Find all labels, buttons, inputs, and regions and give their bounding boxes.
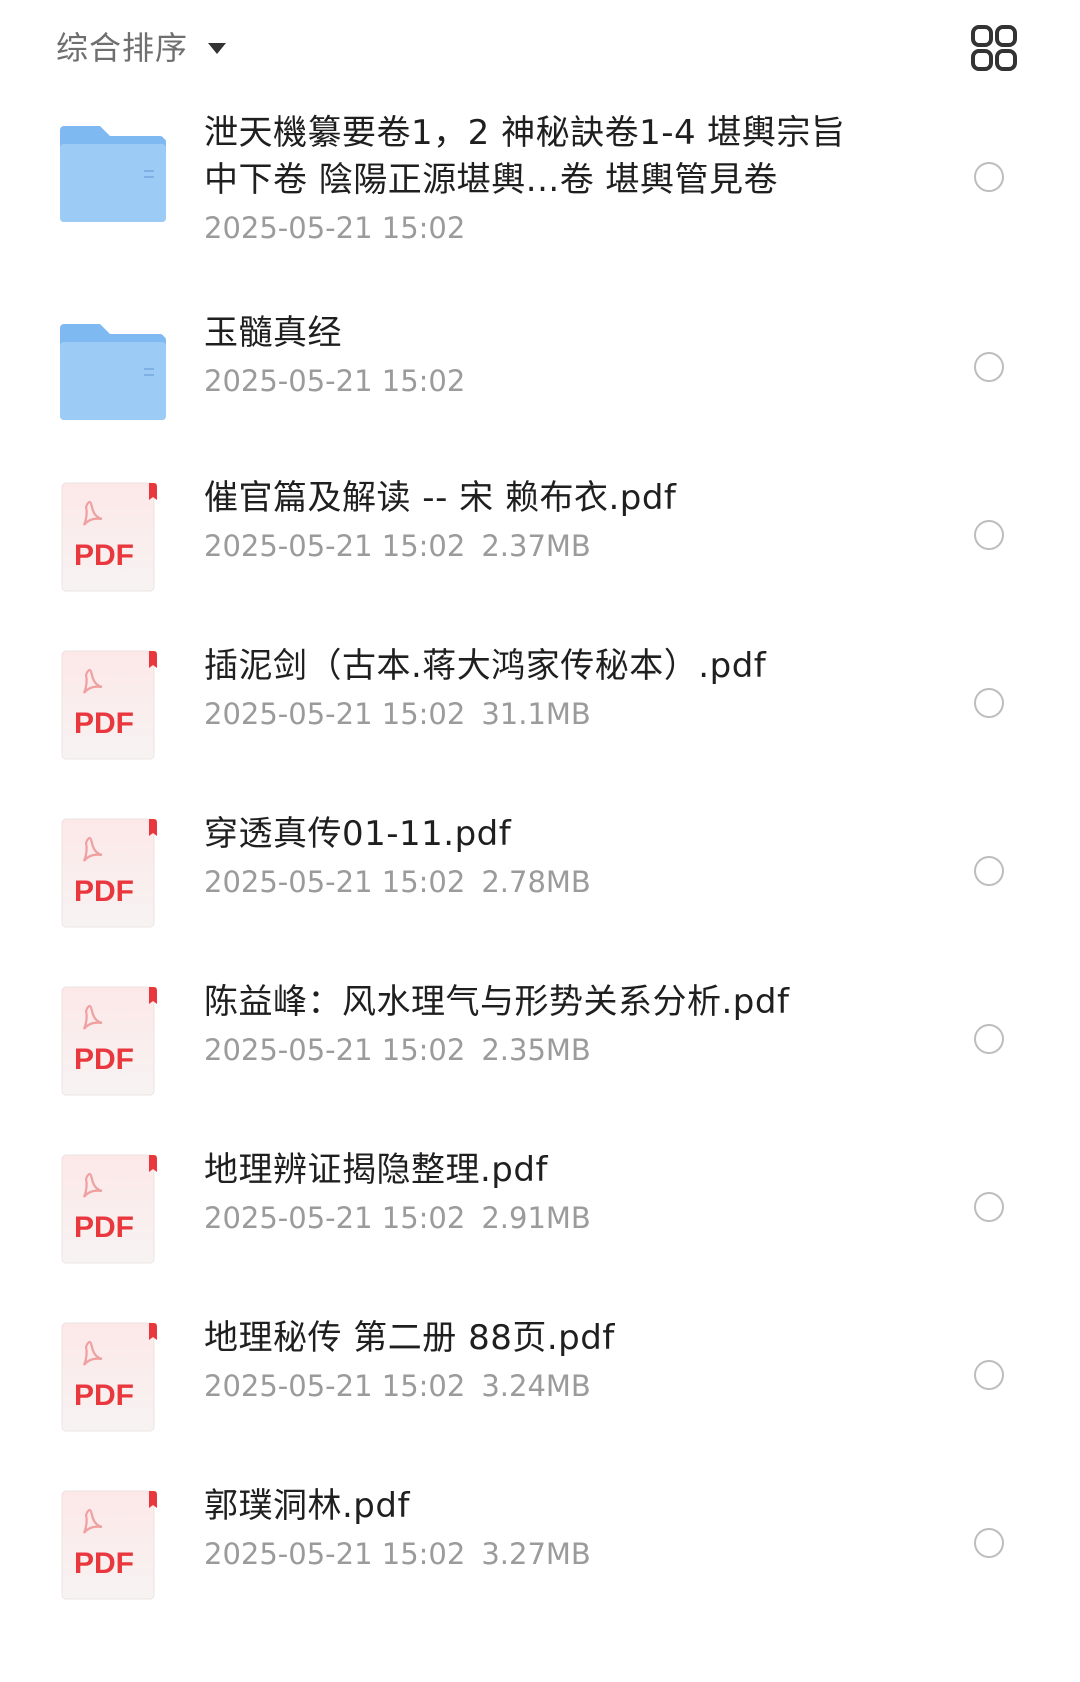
file-row[interactable]: 玉髓真经 2025-05-21 15:02: [0, 290, 1080, 457]
file-name: 插泥剑（古本.蒋大鸿家传秘本）.pdf: [204, 646, 767, 686]
svg-text:PDF: PDF: [74, 707, 134, 740]
file-size: 2.91MB: [481, 1201, 591, 1235]
pdf-file-icon: PDF: [60, 649, 166, 761]
file-name: 陈益峰：风水理气与形势关系分析.pdf: [204, 982, 790, 1022]
grid-view-icon: [971, 25, 1017, 71]
select-checkbox[interactable]: [974, 520, 1004, 550]
file-text: 地理秘传 第二册 88页.pdf 2025-05-21 15:02 3.24MB: [204, 1315, 854, 1406]
file-meta: 2025-05-21 15:02 3.27MB: [204, 1534, 854, 1574]
file-date: 2025-05-21 15:02: [204, 211, 466, 245]
file-name: 催官篇及解读 -- 宋 赖布衣.pdf: [204, 478, 677, 518]
file-meta: 2025-05-21 15:02 2.35MB: [204, 1030, 854, 1070]
file-meta: 2025-05-21 15:02 2.37MB: [204, 526, 854, 566]
file-meta: 2025-05-21 15:02 2.91MB: [204, 1198, 854, 1238]
grid-view-toggle[interactable]: [970, 24, 1018, 72]
file-meta: 2025-05-21 15:02: [204, 361, 854, 401]
file-size: 2.37MB: [481, 529, 591, 563]
file-meta: 2025-05-21 15:02: [204, 208, 854, 248]
pdf-file-icon: PDF: [60, 1153, 166, 1265]
file-size: 31.1MB: [481, 697, 591, 731]
file-row[interactable]: PDF 陈益峰：风水理气与形势关系分析.pdf 2025-05-21 15:02 2.…: [0, 961, 1080, 1129]
select-checkbox[interactable]: [974, 1024, 1004, 1054]
file-name: 泄天機纂要卷1，2 神秘訣卷1-4 堪輿宗旨中下卷 陰陽正源堪輿...卷 堪輿管…: [204, 113, 846, 200]
file-row[interactable]: PDF 穿透真传01-11.pdf 2025-05-21 15:02 2.78MB: [0, 793, 1080, 961]
file-date: 2025-05-21 15:02: [204, 1033, 466, 1067]
file-name: 玉髓真经: [204, 313, 342, 353]
file-row[interactable]: PDF 地理辨证揭隐整理.pdf 2025-05-21 15:02 2.91MB: [0, 1129, 1080, 1297]
file-date: 2025-05-21 15:02: [204, 697, 466, 731]
pdf-file-icon: PDF: [60, 481, 166, 593]
file-text: 催官篇及解读 -- 宋 赖布衣.pdf 2025-05-21 15:02 2.37M…: [204, 475, 854, 566]
file-date: 2025-05-21 15:02: [204, 529, 466, 563]
file-meta: 2025-05-21 15:02 31.1MB: [204, 694, 854, 734]
folder-icon: [60, 122, 166, 234]
file-date: 2025-05-21 15:02: [204, 1201, 466, 1235]
pdf-file-icon: PDF: [60, 985, 166, 1097]
svg-text:PDF: PDF: [74, 1043, 134, 1076]
select-checkbox[interactable]: [974, 352, 1004, 382]
pdf-file-icon: PDF: [60, 1489, 166, 1601]
sort-dropdown[interactable]: 综合排序: [56, 24, 227, 68]
file-name: 地理秘传 第二册 88页.pdf: [204, 1318, 615, 1358]
folder-icon: [60, 320, 166, 432]
file-size: 2.35MB: [481, 1033, 591, 1067]
file-text: 穿透真传01-11.pdf 2025-05-21 15:02 2.78MB: [204, 811, 854, 902]
file-row[interactable]: PDF 郭璞洞林.pdf 2025-05-21 15:02 3.27MB: [0, 1465, 1080, 1633]
sort-label: 综合排序: [56, 29, 189, 67]
pdf-file-icon: PDF: [60, 1321, 166, 1433]
file-date: 2025-05-21 15:02: [204, 1537, 466, 1571]
file-text: 插泥剑（古本.蒋大鸿家传秘本）.pdf 2025-05-21 15:02 31.1M…: [204, 643, 854, 734]
svg-text:PDF: PDF: [74, 1211, 134, 1244]
file-date: 2025-05-21 15:02: [204, 1369, 466, 1403]
file-list-screen: 综合排序 泄天機纂要卷1，2 神秘訣卷1-4 堪輿宗旨中下卷 陰陽正源堪輿...…: [0, 0, 1080, 1682]
file-text: 地理辨证揭隐整理.pdf 2025-05-21 15:02 2.91MB: [204, 1147, 854, 1238]
file-name: 地理辨证揭隐整理.pdf: [204, 1150, 548, 1190]
file-text: 郭璞洞林.pdf 2025-05-21 15:02 3.27MB: [204, 1483, 854, 1574]
select-checkbox[interactable]: [974, 162, 1004, 192]
file-row[interactable]: PDF 插泥剑（古本.蒋大鸿家传秘本）.pdf 2025-05-21 15:02 31…: [0, 625, 1080, 793]
file-row[interactable]: 泄天機纂要卷1，2 神秘訣卷1-4 堪輿宗旨中下卷 陰陽正源堪輿...卷 堪輿管…: [0, 100, 1080, 290]
chevron-down-icon: [208, 42, 227, 54]
select-checkbox[interactable]: [974, 1360, 1004, 1390]
file-date: 2025-05-21 15:02: [204, 364, 466, 398]
file-date: 2025-05-21 15:02: [204, 865, 466, 899]
select-checkbox[interactable]: [974, 1192, 1004, 1222]
list-toolbar: 综合排序: [0, 0, 1080, 100]
file-row[interactable]: PDF 催官篇及解读 -- 宋 赖布衣.pdf 2025-05-21 15:02 2.…: [0, 457, 1080, 625]
file-name: 郭璞洞林.pdf: [204, 1486, 410, 1526]
file-row[interactable]: PDF 地理秘传 第二册 88页.pdf 2025-05-21 15:02 3.24M…: [0, 1297, 1080, 1465]
file-text: 陈益峰：风水理气与形势关系分析.pdf 2025-05-21 15:02 2.35M…: [204, 979, 854, 1070]
file-meta: 2025-05-21 15:02 2.78MB: [204, 862, 854, 902]
file-size: 2.78MB: [481, 865, 591, 899]
pdf-file-icon: PDF: [60, 817, 166, 929]
select-checkbox[interactable]: [974, 1528, 1004, 1558]
file-size: 3.27MB: [481, 1537, 591, 1571]
file-meta: 2025-05-21 15:02 3.24MB: [204, 1366, 854, 1406]
file-text: 泄天機纂要卷1，2 神秘訣卷1-4 堪輿宗旨中下卷 陰陽正源堪輿...卷 堪輿管…: [204, 110, 854, 248]
file-text: 玉髓真经 2025-05-21 15:02: [204, 310, 854, 401]
file-size: 3.24MB: [481, 1369, 591, 1403]
svg-text:PDF: PDF: [74, 875, 134, 908]
select-checkbox[interactable]: [974, 856, 1004, 886]
select-checkbox[interactable]: [974, 688, 1004, 718]
file-name: 穿透真传01-11.pdf: [204, 814, 512, 854]
svg-text:PDF: PDF: [74, 1547, 134, 1580]
svg-text:PDF: PDF: [74, 1379, 134, 1412]
svg-text:PDF: PDF: [74, 539, 134, 572]
